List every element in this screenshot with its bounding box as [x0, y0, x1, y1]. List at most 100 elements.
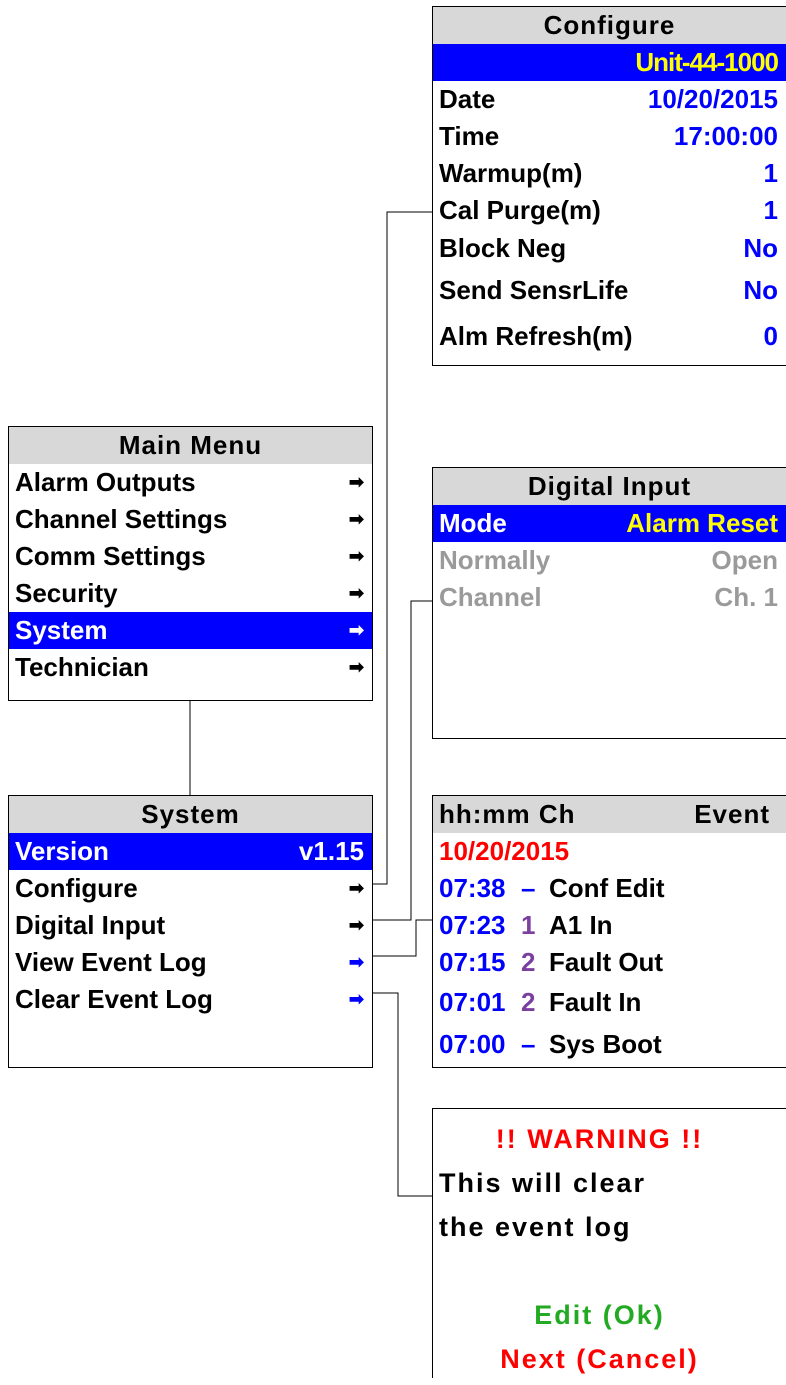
menu-item-system[interactable]: System ➡	[9, 612, 372, 649]
clear-log-warning-panel: !! WARNING !! This will clear the event …	[432, 1108, 786, 1378]
configure-row-label: Date	[439, 84, 496, 114]
menu-item-comm-settings[interactable]: Comm Settings ➡	[9, 538, 372, 575]
event-time: 07:01	[439, 987, 506, 1017]
configure-row-label: Warmup(m)	[439, 158, 583, 188]
arrow-right-icon: ➡	[348, 472, 364, 492]
menu-item-label: System	[15, 615, 108, 645]
configure-row-send-sensrlife[interactable]: Send SensrLife No	[433, 267, 786, 313]
configure-row-warmup[interactable]: Warmup(m) 1	[433, 155, 786, 192]
configure-row-value: No	[743, 233, 778, 263]
event-log-header-left: hh:mm Ch	[439, 799, 576, 829]
menu-item-alarm-outputs[interactable]: Alarm Outputs ➡	[9, 464, 372, 501]
system-panel: System Version v1.15 Configure ➡ Digital I…	[8, 795, 373, 1068]
event-channel: –	[521, 873, 536, 903]
arrow-right-icon: ➡	[348, 509, 364, 529]
configure-row-value: 10/20/2015	[647, 84, 778, 114]
system-item-label: Clear Event Log	[15, 984, 213, 1014]
menu-item-label: Alarm Outputs	[15, 467, 196, 497]
arrow-right-icon: ➡	[348, 620, 364, 640]
event-text: Sys Boot	[549, 1029, 662, 1059]
event-log-header: hh:mm Ch Event	[433, 796, 786, 833]
configure-unit-row[interactable]: Unit-44-1000	[433, 44, 786, 81]
event-log-entry[interactable]: 07:01 2 Fault In	[433, 981, 786, 1023]
edit-ok-option[interactable]: Edit (Ok)	[433, 1293, 786, 1337]
configure-panel: Configure Unit-44-1000 Date 10/20/2015 Ti…	[432, 6, 786, 366]
warning-spacer	[433, 1249, 786, 1293]
event-log-entry[interactable]: 07:15 2 Fault Out	[433, 944, 786, 981]
configure-row-label: Send SensrLife	[439, 275, 629, 305]
connector-event-log	[373, 919, 432, 957]
event-log-entry[interactable]: 07:00– Sys Boot	[433, 1023, 786, 1065]
configure-row-alm-refresh[interactable]: Alm Refresh(m) 0	[433, 313, 786, 359]
event-log-date: 10/20/2015	[439, 836, 570, 866]
digital-input-mode-row[interactable]: Mode Alarm Reset	[433, 505, 786, 542]
mode-label: Mode	[439, 508, 507, 538]
configure-row-date[interactable]: Date 10/20/2015	[433, 81, 786, 118]
system-item-label: View Event Log	[15, 947, 207, 977]
system-item-clear-event-log[interactable]: Clear Event Log ➡	[9, 981, 372, 1018]
configure-row-value: 1	[763, 195, 778, 225]
event-text: Conf Edit	[549, 873, 665, 903]
warning-title: !! WARNING !!	[495, 1124, 704, 1154]
normally-label: Normally	[439, 545, 551, 575]
event-time: 07:15	[439, 947, 506, 977]
channel-value: Ch. 1	[714, 582, 778, 612]
arrow-right-icon: ➡	[348, 989, 364, 1009]
version-value: v1.15	[298, 836, 364, 866]
digital-input-title: Digital Input	[433, 468, 786, 505]
system-title: System	[9, 796, 372, 833]
event-log-header-right: Event	[694, 799, 770, 829]
arrow-right-icon: ➡	[348, 878, 364, 898]
channel-label: Channel	[439, 582, 542, 612]
configure-row-value: 0	[763, 321, 778, 351]
digital-input-panel: Digital Input Mode Alarm Reset Normally Op…	[432, 467, 786, 739]
connector-digital-input	[373, 600, 432, 921]
configure-row-value: No	[743, 275, 778, 305]
configure-row-label: Time	[439, 121, 500, 151]
arrow-right-icon: ➡	[348, 657, 364, 677]
system-item-label: Digital Input	[15, 910, 166, 940]
configure-row-time[interactable]: Time 17:00:00	[433, 118, 786, 155]
menu-item-security[interactable]: Security ➡	[9, 575, 372, 612]
event-channel: –	[521, 1029, 536, 1059]
event-time: 07:38	[439, 873, 506, 903]
event-channel: 1	[521, 910, 536, 940]
event-text: Fault Out	[549, 947, 664, 977]
configure-unit-id: Unit-44-1000	[635, 47, 779, 77]
normally-value: Open	[711, 545, 778, 575]
warning-line-2: the event log	[439, 1212, 632, 1242]
menu-item-channel-settings[interactable]: Channel Settings ➡	[9, 501, 372, 538]
system-item-digital-input[interactable]: Digital Input ➡	[9, 907, 372, 944]
configure-row-block-neg[interactable]: Block Neg No	[433, 229, 786, 267]
arrow-right-icon: ➡	[348, 546, 364, 566]
menu-item-label: Technician	[15, 652, 149, 682]
arrow-right-icon: ➡	[348, 583, 364, 603]
system-item-view-event-log[interactable]: View Event Log ➡	[9, 944, 372, 981]
system-item-configure[interactable]: Configure ➡	[9, 870, 372, 907]
event-log-entry[interactable]: 07:38– Conf Edit	[433, 870, 786, 907]
configure-row-label: Cal Purge(m)	[439, 195, 601, 225]
main-menu-panel: Main Menu Alarm Outputs ➡ Channel Setting…	[8, 426, 373, 701]
event-channel: 2	[521, 947, 536, 977]
configure-row-label: Alm Refresh(m)	[439, 321, 633, 351]
digital-input-normally-row[interactable]: Normally Open	[433, 542, 786, 579]
system-item-label: Configure	[15, 873, 138, 903]
event-text: A1 In	[549, 910, 613, 940]
configure-row-cal-purge[interactable]: Cal Purge(m) 1	[433, 192, 786, 229]
event-log-entry[interactable]: 07:23 1 A1 In	[433, 907, 786, 944]
event-text: Fault In	[549, 987, 642, 1017]
event-time: 07:23	[439, 910, 506, 940]
digital-input-channel-row[interactable]: Channel Ch. 1	[433, 579, 786, 616]
configure-row-value: 1	[763, 158, 778, 188]
warning-line-1: This will clear	[439, 1168, 647, 1198]
system-version-row[interactable]: Version v1.15	[9, 833, 372, 870]
next-cancel-option[interactable]: Next (Cancel)	[433, 1337, 786, 1381]
menu-item-label: Comm Settings	[15, 541, 206, 571]
configure-row-label: Block Neg	[439, 233, 567, 263]
connector-configure	[373, 211, 432, 885]
event-time: 07:00	[439, 1029, 506, 1059]
main-menu-title: Main Menu	[9, 427, 372, 464]
menu-item-technician[interactable]: Technician ➡	[9, 649, 372, 686]
arrow-right-icon: ➡	[348, 952, 364, 972]
event-channel: 2	[521, 987, 536, 1017]
